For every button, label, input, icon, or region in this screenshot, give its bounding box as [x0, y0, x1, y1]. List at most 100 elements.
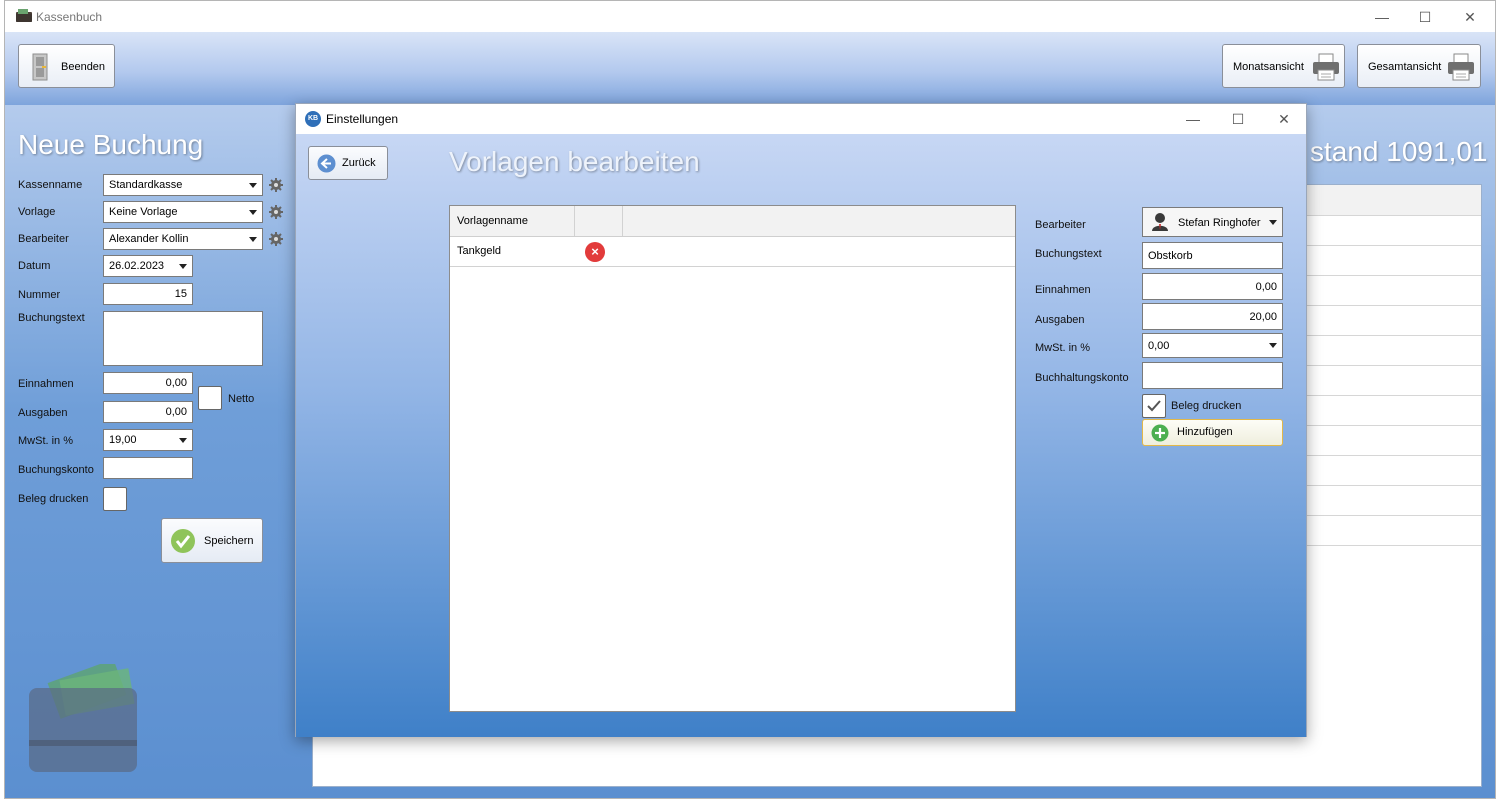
new-booking-title: Neue Buchung	[18, 129, 204, 160]
chevron-down-icon	[246, 204, 260, 220]
vat-value: 19,00	[109, 434, 137, 446]
chevron-down-icon	[246, 177, 260, 193]
tpl-income-label: Einnahmen	[1035, 284, 1091, 296]
expense-field[interactable]: 0,00	[103, 401, 193, 423]
column-header-template-name[interactable]: Vorlagenname	[450, 206, 575, 236]
tpl-editor-label: Bearbeiter	[1035, 219, 1086, 231]
table-header: Vorlagenname	[450, 206, 1015, 237]
main-titlebar: Kassenbuch — ☐ ✕	[5, 1, 1495, 32]
income-label: Einnahmen	[18, 378, 74, 390]
tpl-account-label: Buchhaltungskonto	[1035, 372, 1129, 384]
wallet-app-icon	[16, 9, 32, 22]
dialog-title: Einstellungen	[326, 112, 399, 126]
save-button-label: Speichern	[204, 535, 254, 547]
table-row[interactable]: Tankgeld ×	[450, 237, 1015, 267]
checkmark-icon	[1147, 400, 1161, 412]
dialog-titlebar: KB Einstellungen — ☐ ✕	[296, 104, 1306, 134]
cashbox-combo[interactable]: Standardkasse	[103, 174, 263, 196]
date-value: 26.02.2023	[109, 260, 165, 272]
booking-text-field[interactable]	[103, 311, 263, 366]
month-view-button[interactable]: Monatsansicht	[1222, 44, 1345, 88]
month-view-label: Monatsansicht	[1233, 61, 1304, 73]
checkmark-icon	[171, 529, 195, 553]
tpl-expense-label: Ausgaben	[1035, 314, 1085, 326]
dialog-maximize-button[interactable]: ☐	[1228, 109, 1248, 129]
maximize-button[interactable]: ☐	[1415, 7, 1435, 27]
income-field[interactable]: 0,00	[103, 372, 193, 394]
template-combo[interactable]: Keine Vorlage	[103, 201, 263, 223]
quit-button-label: Beenden	[61, 61, 106, 73]
template-name-cell: Tankgeld	[457, 245, 502, 257]
tpl-vat-value: 0,00	[1148, 340, 1170, 352]
tpl-text-label: Buchungstext	[1035, 248, 1102, 260]
arrow-left-icon	[317, 154, 336, 173]
column-header-delete[interactable]	[575, 206, 623, 236]
template-value: Keine Vorlage	[109, 206, 178, 218]
chevron-down-icon	[1266, 337, 1280, 353]
chevron-down-icon	[246, 231, 260, 247]
template-label: Vorlage	[18, 206, 56, 218]
editor-label: Bearbeiter	[18, 233, 69, 245]
account-field[interactable]	[103, 457, 193, 479]
templates-table[interactable]: Vorlagenname Tankgeld ×	[449, 205, 1016, 712]
expense-label: Ausgaben	[18, 407, 68, 419]
vat-label: MwSt. in %	[18, 435, 74, 447]
plus-circle-icon	[1151, 424, 1169, 442]
print-receipt-checkbox[interactable]	[103, 487, 127, 511]
number-field[interactable]: 15	[103, 283, 193, 305]
date-label: Datum	[18, 260, 51, 272]
tpl-print-receipt-label: Beleg drucken	[1171, 400, 1242, 412]
net-label: Netto	[228, 393, 255, 405]
gear-icon[interactable]	[269, 178, 283, 192]
main-window-title: Kassenbuch	[36, 10, 103, 24]
total-view-label: Gesamtansicht	[1368, 61, 1442, 73]
wallet-money-illustration	[29, 664, 137, 772]
tpl-income-field[interactable]: 0,00	[1142, 273, 1283, 300]
back-button-label: Zurück	[342, 157, 376, 169]
dialog-heading: Vorlagen bearbeiten	[449, 146, 700, 177]
settings-dialog: KB Einstellungen — ☐ ✕ Zurück Vorlagen b…	[295, 103, 1307, 737]
editor-combo[interactable]: Alexander Kollin	[103, 228, 263, 250]
column-header-filler	[623, 206, 1015, 236]
printer-icon	[1448, 53, 1474, 81]
cashbox-value: Standardkasse	[109, 179, 183, 191]
balance-display: stand 1091,01	[1310, 136, 1488, 167]
close-button[interactable]: ✕	[1460, 7, 1480, 27]
tpl-print-receipt-checkbox[interactable]	[1142, 394, 1166, 418]
dialog-close-button[interactable]: ✕	[1274, 109, 1294, 129]
net-checkbox[interactable]	[198, 386, 222, 410]
booking-text-label: Buchungstext	[18, 312, 85, 324]
add-template-label: Hinzufügen	[1177, 426, 1233, 438]
cashbox-label: Kassenname	[18, 179, 83, 191]
door-exit-icon	[32, 53, 48, 81]
total-view-button[interactable]: Gesamtansicht	[1357, 44, 1481, 88]
tpl-text-field[interactable]: Obstkorb	[1142, 242, 1283, 269]
user-icon	[1152, 213, 1168, 231]
delete-icon[interactable]: ×	[585, 242, 605, 262]
tpl-editor-value: Stefan Ringhofer	[1178, 217, 1261, 229]
chevron-down-icon	[176, 432, 190, 448]
tpl-vat-label: MwSt. in %	[1035, 342, 1091, 354]
dialog-minimize-button[interactable]: —	[1183, 109, 1203, 129]
toolbar: Beenden Monatsansicht Gesamtansicht	[5, 32, 1495, 105]
print-receipt-label: Beleg drucken	[18, 493, 89, 505]
vat-combo[interactable]: 19,00	[103, 429, 193, 451]
chevron-down-icon	[1266, 214, 1280, 230]
dialog-client-area: Zurück Vorlagen bearbeiten Vorlagenname …	[296, 134, 1306, 737]
account-label: Buchungskonto	[18, 464, 94, 476]
tpl-expense-field[interactable]: 20,00	[1142, 303, 1283, 330]
app-logo-icon: KB	[305, 111, 321, 127]
editor-value: Alexander Kollin	[109, 233, 189, 245]
quit-button[interactable]: Beenden	[18, 44, 115, 88]
minimize-button[interactable]: —	[1372, 7, 1392, 27]
save-button[interactable]: Speichern	[161, 518, 263, 563]
add-template-button[interactable]: Hinzufügen	[1142, 419, 1283, 446]
tpl-vat-combo[interactable]: 0,00	[1142, 333, 1283, 358]
number-label: Nummer	[18, 289, 61, 301]
date-picker[interactable]: 26.02.2023	[103, 255, 193, 277]
gear-icon[interactable]	[269, 232, 283, 246]
back-button[interactable]: Zurück	[308, 146, 388, 180]
tpl-account-field[interactable]	[1142, 362, 1283, 389]
tpl-editor-combo[interactable]: Stefan Ringhofer	[1142, 207, 1283, 237]
gear-icon[interactable]	[269, 205, 283, 219]
